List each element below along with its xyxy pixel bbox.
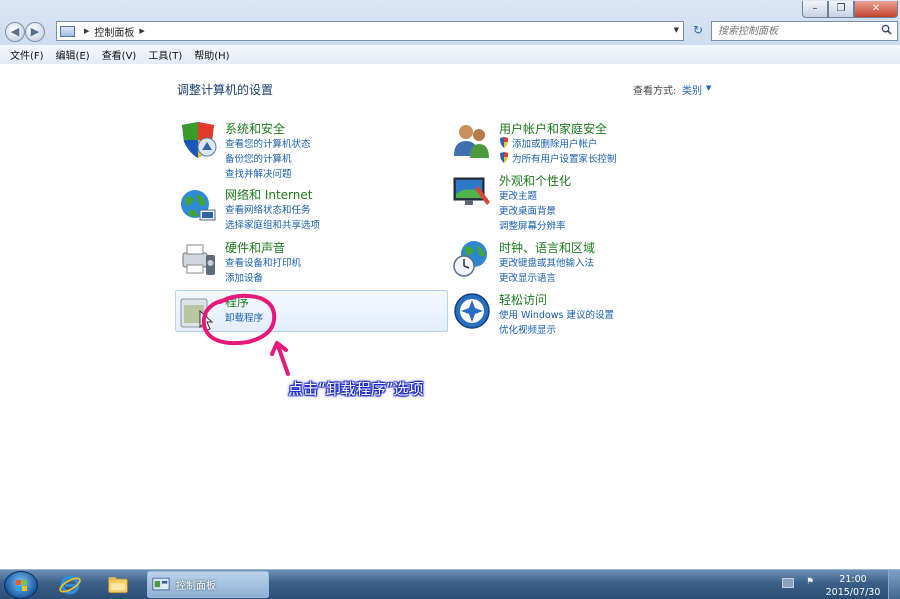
- window-chrome: – ❐ ✕ ◀ ▶ ▶ 控制面板 ▶ ▼ ↻ 文件(F) 编辑(E) 查看(V)…: [0, 0, 900, 64]
- uac-shield-icon: [500, 152, 508, 163]
- link-optimize-display[interactable]: 优化视频显示: [499, 322, 556, 336]
- link-view-computer-status[interactable]: 查看您的计算机状态: [225, 136, 311, 150]
- back-button[interactable]: ◀: [5, 22, 25, 42]
- clock-date: 2015/07/30: [825, 587, 881, 598]
- link-change-display-language[interactable]: 更改显示语言: [499, 270, 556, 284]
- link-troubleshoot[interactable]: 查找并解决问题: [225, 166, 292, 180]
- ease-of-access-icon: [454, 293, 490, 329]
- appearance-monitor-icon: [453, 177, 490, 205]
- menu-edit[interactable]: 编辑(E): [50, 47, 96, 62]
- link-label[interactable]: 为所有用户设置家长控制: [512, 154, 617, 165]
- network-globe-icon: [181, 190, 216, 221]
- menu-file[interactable]: 文件(F): [4, 47, 50, 62]
- system-clock[interactable]: 21:00 2015/07/30: [822, 573, 884, 599]
- link-label[interactable]: 添加或删除用户帐户: [512, 139, 598, 150]
- menu-help[interactable]: 帮助(H): [188, 47, 235, 62]
- address-bar[interactable]: ▶ 控制面板 ▶ ▼: [56, 21, 684, 41]
- keyboard-tray-icon[interactable]: [782, 578, 794, 588]
- start-button[interactable]: [4, 571, 38, 599]
- action-center-flag-icon[interactable]: ⚑: [806, 577, 814, 587]
- clock-time: 21:00: [839, 574, 867, 585]
- folder-icon: [108, 577, 128, 594]
- window-controls: – ❐ ✕: [802, 1, 898, 18]
- search-icon[interactable]: [881, 24, 892, 35]
- control-panel-icon: [60, 25, 75, 37]
- link-backup-computer[interactable]: 备份您的计算机: [225, 151, 292, 165]
- shield-icon: [182, 122, 217, 158]
- annotation-instruction: 点击“卸载程序”选项: [288, 380, 424, 398]
- link-add-remove-accounts[interactable]: 添加或删除用户帐户: [499, 136, 598, 150]
- menu-view[interactable]: 查看(V): [96, 47, 143, 62]
- taskbar-ie[interactable]: [48, 571, 92, 599]
- link-network-status[interactable]: 查看网络状态和任务: [225, 202, 311, 216]
- category-hardware-sound: 硬件和声音 查看设备和打印机 添加设备: [178, 239, 438, 289]
- control-panel-icon: [152, 577, 170, 591]
- link-change-theme[interactable]: 更改主题: [499, 188, 537, 202]
- taskbar: 控制面板 ⚑ 21:00 2015/07/30: [0, 569, 900, 599]
- breadcrumb-control-panel[interactable]: 控制面板: [94, 24, 134, 39]
- category-ease-of-access: 轻松访问 使用 Windows 建议的设置 优化视频显示: [452, 291, 672, 341]
- menu-bar: 文件(F) 编辑(E) 查看(V) 工具(T) 帮助(H): [0, 45, 900, 64]
- uac-shield-icon: [500, 137, 508, 148]
- clock-globe-icon: [453, 241, 487, 277]
- category-title-clock[interactable]: 时钟、语言和区域: [499, 239, 595, 256]
- category-system-security: 系统和安全 查看您的计算机状态 备份您的计算机 查找并解决问题: [178, 120, 438, 180]
- category-title-ease[interactable]: 轻松访问: [499, 291, 547, 308]
- show-desktop-button[interactable]: [888, 570, 900, 599]
- category-title-appearance[interactable]: 外观和个性化: [499, 172, 571, 189]
- link-change-background[interactable]: 更改桌面背景: [499, 203, 556, 217]
- annotation-circle-arrow: [201, 293, 290, 376]
- link-parental-controls[interactable]: 为所有用户设置家长控制: [499, 151, 617, 165]
- taskbar-window-control-panel[interactable]: 控制面板: [147, 571, 269, 598]
- search-input[interactable]: [712, 22, 872, 40]
- page-title: 调整计算机的设置: [177, 83, 274, 97]
- taskbar-explorer[interactable]: [96, 571, 140, 599]
- users-icon: [454, 125, 489, 158]
- link-homegroup-sharing[interactable]: 选择家庭组和共享选项: [225, 217, 320, 231]
- maximize-button[interactable]: ❐: [828, 1, 854, 18]
- category-title-system[interactable]: 系统和安全: [225, 120, 285, 137]
- content-area: 调整计算机的设置 查看方式: 类别 ▼ 系统和安全 查看您的计算机状态 备份您的…: [0, 65, 900, 569]
- menu-tools[interactable]: 工具(T): [142, 47, 188, 62]
- link-change-input-method[interactable]: 更改键盘或其他输入法: [499, 255, 594, 269]
- search-box[interactable]: [711, 21, 898, 41]
- category-title-network[interactable]: 网络和 Internet: [225, 186, 312, 203]
- link-screen-resolution[interactable]: 调整屏幕分辨率: [499, 218, 566, 232]
- address-dropdown-icon[interactable]: ▼: [674, 26, 679, 34]
- category-title-hardware[interactable]: 硬件和声音: [225, 239, 285, 256]
- breadcrumb-arrow-icon[interactable]: ▶: [84, 27, 89, 35]
- view-by-label: 查看方式:: [633, 86, 677, 97]
- view-by-dropdown[interactable]: 类别: [682, 82, 702, 97]
- close-button[interactable]: ✕: [854, 1, 898, 18]
- internet-explorer-icon: [59, 575, 81, 595]
- category-appearance: 外观和个性化 更改主题 更改桌面背景 调整屏幕分辨率: [452, 172, 672, 232]
- taskbar-window-label: 控制面板: [176, 581, 216, 592]
- link-add-device[interactable]: 添加设备: [225, 270, 263, 284]
- category-clock-language: 时钟、语言和区域 更改键盘或其他输入法 更改显示语言: [452, 239, 672, 289]
- windows-logo-icon: [16, 580, 27, 591]
- breadcrumb-arrow-icon[interactable]: ▶: [139, 27, 144, 35]
- forward-button[interactable]: ▶: [25, 22, 45, 42]
- category-user-accounts: 用户帐户和家庭安全 添加或删除用户帐户 为所有用户设置家长控制: [452, 120, 672, 170]
- category-network: 网络和 Internet 查看网络状态和任务 选择家庭组和共享选项: [178, 186, 438, 236]
- chevron-down-icon[interactable]: ▼: [706, 84, 711, 92]
- refresh-button[interactable]: ↻: [688, 21, 708, 41]
- link-recommended-settings[interactable]: 使用 Windows 建议的设置: [499, 307, 614, 321]
- printer-icon: [182, 244, 215, 275]
- category-title-users[interactable]: 用户帐户和家庭安全: [499, 120, 607, 137]
- link-devices-printers[interactable]: 查看设备和打印机: [225, 255, 301, 269]
- minimize-button[interactable]: –: [802, 1, 828, 18]
